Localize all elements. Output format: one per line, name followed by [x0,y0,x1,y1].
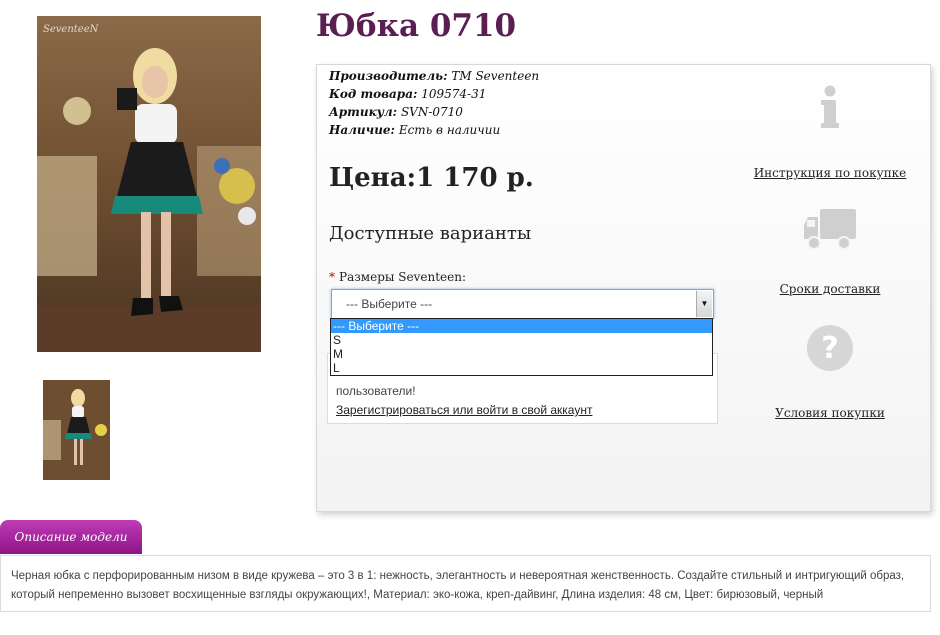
svg-text:?: ? [821,331,838,366]
product-thumbnail[interactable] [43,380,110,480]
product-main-image[interactable]: SeventeeN [37,16,261,352]
spec-product-code: Код товара: 109574-31 [329,87,486,101]
delivery-terms-link[interactable]: Сроки доставки [745,282,915,296]
size-option[interactable]: M [331,347,712,361]
product-info-panel: Производитель: ТМ Seventeen Код товара: … [316,64,931,512]
spec-manufacturer: Производитель: ТМ Seventeen [329,69,539,83]
required-mark: * [329,270,335,284]
description-panel: Черная юбка с перфорированным низом в ви… [0,555,931,612]
purchase-terms-link[interactable]: Условия покупки [745,406,915,420]
spec-value: Есть в наличии [398,123,501,137]
register-login-link[interactable]: Зарегистрироваться или войти в свой акка… [336,403,592,417]
spec-label: Наличие: [329,123,395,137]
tab-description[interactable]: Описание модели [0,520,142,554]
product-title: Юбка 0710 [316,8,517,44]
spec-label: Артикул: [329,105,398,119]
spec-value: 109574-31 [421,87,487,101]
spec-availability: Наличие: Есть в наличии [329,123,500,137]
size-select[interactable]: --- Выберите --- ▼ [331,289,714,319]
size-options-list[interactable]: --- Выберите --- S M L [330,318,713,376]
spec-label: Производитель: [329,69,448,83]
product-price: Цена:1 170 р. [329,163,534,193]
thumbnail-illustration [43,380,110,480]
spec-value: ТМ Seventeen [451,69,540,83]
photo-watermark: SeventeeN [43,24,99,35]
delivery-block: Сроки доставки [745,207,915,296]
login-notice-text: пользователи! [336,384,416,398]
size-option[interactable]: S [331,333,712,347]
spec-article: Артикул: SVN-0710 [329,105,463,119]
purchase-instruction-link[interactable]: Инструкция по покупке [745,166,915,180]
spec-label: Код товара: [329,87,418,101]
size-option[interactable]: L [331,361,712,375]
description-text: Черная юбка с перфорированным низом в ви… [11,570,905,601]
size-select-value: --- Выберите --- [346,297,433,311]
size-label-text: Размеры Seventeen: [339,270,466,284]
truck-icon [804,209,856,250]
product-photo-illustration [37,16,261,352]
size-label: * Размеры Seventeen: [329,270,466,284]
terms-block: ? Условия покупки [745,323,915,420]
question-icon: ? [807,325,853,371]
variants-heading: Доступные варианты [329,223,532,244]
info-icon [821,85,839,128]
size-option[interactable]: --- Выберите --- [331,319,712,333]
spec-value: SVN-0710 [400,105,463,119]
instruction-block: Инструкция по покупке [745,85,915,180]
chevron-down-icon[interactable]: ▼ [696,291,712,317]
